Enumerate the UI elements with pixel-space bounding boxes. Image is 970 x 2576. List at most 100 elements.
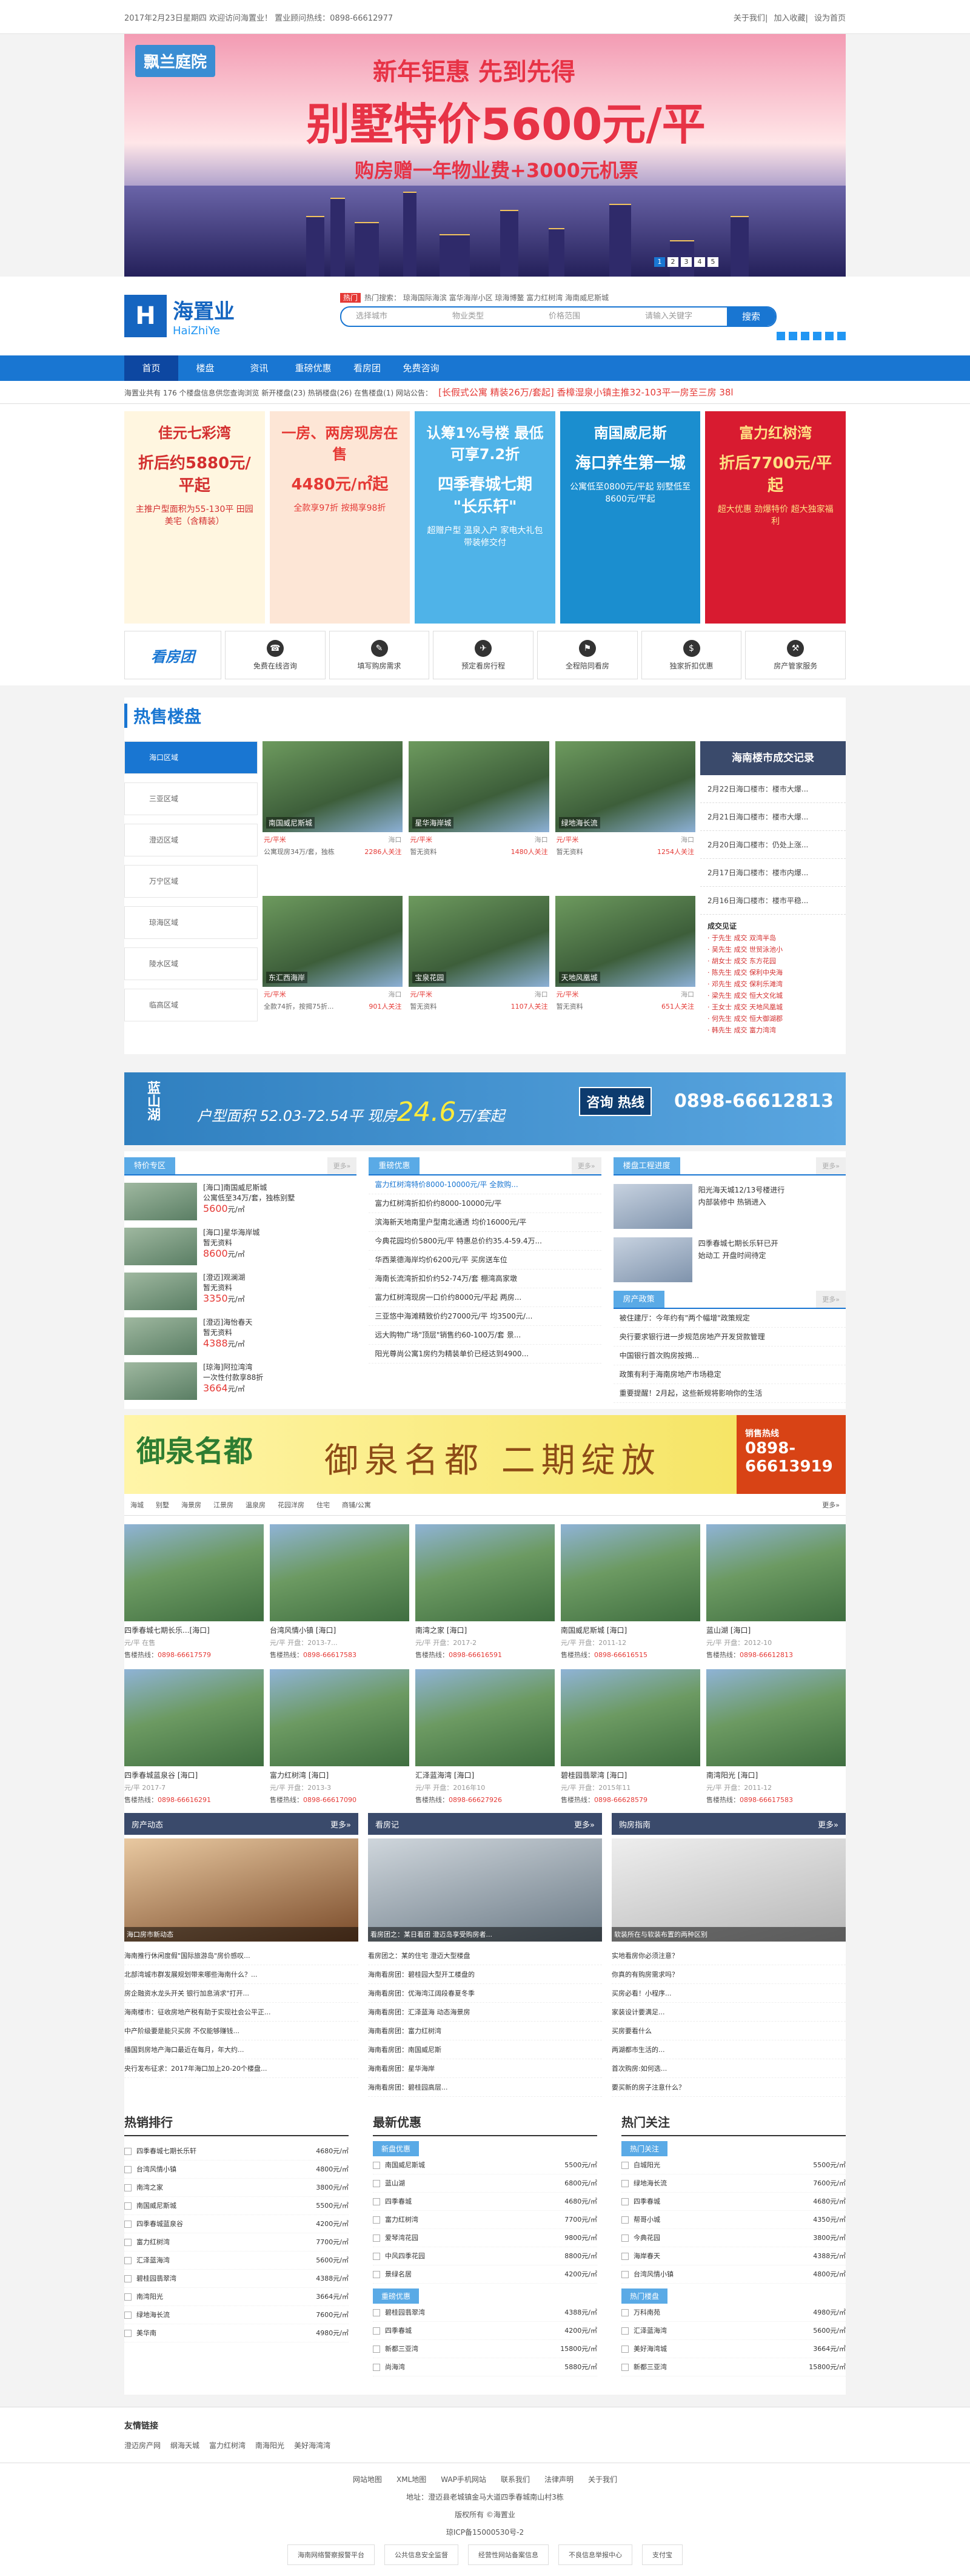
rank-name[interactable]: 帮哥小城 (621, 2211, 660, 2228)
rank-item[interactable]: 蓝山湖 6800元/㎡ (373, 2174, 597, 2193)
estate-tile[interactable]: 汇泽蓝海湾 [海口] 元/平 开盘：2016年10 售楼热线：0898-666279… (415, 1669, 555, 1804)
rank-name[interactable]: 爱琴湾花园 (373, 2229, 418, 2247)
estate-tile-name[interactable]: 蓝山湖 [海口] (706, 1625, 846, 1635)
estate-image[interactable]: 东汇西海岸 (263, 896, 403, 987)
type-select[interactable]: 物业类型 (438, 308, 534, 326)
policy-item[interactable]: 被住建厅：今年约有"两个幅增"政策规定 (613, 1309, 846, 1328)
news-item[interactable]: 要买新的房子注意什么？ (612, 2078, 846, 2097)
rank-name[interactable]: 南湾之家 (124, 2179, 163, 2196)
news-item[interactable]: 买房必看！小程序... (612, 1984, 846, 2003)
news-item[interactable]: 播国到房地产海口最近在每月，年大约... (124, 2040, 358, 2059)
rank-item[interactable]: 南湾阳光 3664元/㎡ (124, 2288, 349, 2306)
rank-name[interactable]: 美华南 (124, 2324, 156, 2342)
qq-icon[interactable] (801, 331, 809, 340)
news-item[interactable]: 家装设计要满足... (612, 2003, 846, 2022)
footer-icp[interactable]: 琼ICP备15000530号-2 (0, 2527, 970, 2537)
lanshan-ad[interactable]: 蓝山湖 户型面积 52.03-72.54平 现房24.6万/套起 咨询 热线 0… (124, 1072, 846, 1145)
verify-item[interactable]: · 胡女士 成交 东方花园 (707, 955, 838, 967)
rank-name[interactable]: 碧桂园翡翠湾 (373, 2304, 425, 2321)
progress-image[interactable] (613, 1237, 692, 1282)
service-item[interactable]: ⚑ 全程陪同看房 (537, 631, 638, 679)
estate-tile-image[interactable] (706, 1669, 846, 1766)
search-button[interactable]: 搜索 (727, 307, 775, 326)
service-item[interactable]: ✈ 预定看房行程 (433, 631, 534, 679)
rank-name[interactable]: 绿地海长流 (124, 2306, 170, 2324)
rank-item[interactable]: 美好海湾城 3664元/㎡ (621, 2340, 846, 2358)
promo-card[interactable]: 认筹1%号楼 最低可享7.2折 四季春城七期 "长乐轩" 超赠户型 温泉入户 家电大… (415, 411, 555, 624)
weibo-icon[interactable] (789, 331, 797, 340)
rank-name[interactable]: 台湾风情小镇 (621, 2265, 674, 2283)
rank-item[interactable]: 四季春城七期长乐轩 4680元/㎡ (124, 2142, 349, 2161)
rank-item[interactable]: 绿地海长流 7600元/㎡ (124, 2306, 349, 2324)
homepage-link[interactable]: 设为首页 (814, 14, 846, 23)
news-item[interactable]: 海南看房团：优海湾江阔段春夏冬季 (368, 1984, 602, 2003)
rank-item[interactable]: 四季春城蓝泉谷 4200元/㎡ (124, 2215, 349, 2233)
trend-image[interactable]: 海口房市新动态 (124, 1838, 358, 1942)
estate-tile-name[interactable]: 台湾风情小镇 [海口] (270, 1625, 409, 1635)
special-name[interactable]: [澄迈]海怡春天 (203, 1317, 252, 1328)
rank-item[interactable]: 尚海湾 5880元/㎡ (373, 2358, 597, 2376)
news-title[interactable]: 中产阶级要是能只买房 不仅能够赚钱... (124, 2022, 239, 2040)
rank-name[interactable]: 南国威尼斯城 (373, 2156, 425, 2174)
rank-name[interactable]: 南湾阳光 (124, 2288, 163, 2305)
verify-item[interactable]: · 韩先生 成交 富力湾湾 (707, 1024, 838, 1036)
friend-link[interactable]: 富力红树湾 (209, 2441, 246, 2450)
category-tab[interactable]: 住宅 (310, 1500, 336, 1510)
region-item[interactable]: 海口区域 (124, 741, 258, 774)
news-item[interactable]: 海南推行休闲度假"国际旅游岛"房价感叹... (124, 1946, 358, 1965)
estate-tile-name[interactable]: 汇泽蓝海湾 [海口] (415, 1770, 555, 1780)
news-title[interactable]: 海南看房团：碧桂园高层... (368, 2078, 448, 2096)
share-icon[interactable] (777, 331, 785, 340)
verify-item[interactable]: · 王女士 成交 天地风凰城 (707, 1001, 838, 1013)
about-link[interactable]: 关于我们 (734, 14, 765, 23)
rank-item[interactable]: 南湾之家 3800元/㎡ (124, 2179, 349, 2197)
special-image[interactable] (124, 1228, 197, 1265)
rank-item[interactable]: 富力红树湾 7700元/㎡ (373, 2211, 597, 2229)
more-link[interactable]: 更多» (571, 1157, 601, 1174)
rank-name[interactable]: 今典花园 (621, 2229, 660, 2247)
footer-badge[interactable]: 不良信息举报中心 (558, 2544, 632, 2565)
estate-tile-name[interactable]: 四季春城七期长乐...[海口] (124, 1625, 264, 1635)
estate-image[interactable]: 南国威尼斯城 (263, 741, 403, 832)
estate-tile-name[interactable]: 碧桂园翡翠湾 [海口] (561, 1770, 700, 1780)
policy-item[interactable]: 中国银行首次购房按揭... (613, 1347, 846, 1365)
estate-tile[interactable]: 南湾阳光 [海口] 元/平 开盘：2011-12 售楼热线：0898-6661758… (706, 1669, 846, 1804)
friend-link[interactable]: 南海阳光 (255, 2441, 284, 2450)
news-title[interactable]: 看房团之：某的住宅 澄迈大型楼盘 (368, 1946, 470, 1965)
estate-tile[interactable]: 南国威尼斯城 [海口] 元/平 开盘：2011-12 售楼热线：0898-66616… (561, 1524, 700, 1660)
rank-name[interactable]: 新都三亚湾 (621, 2358, 667, 2376)
estate-tile-image[interactable] (706, 1524, 846, 1621)
banner-dot[interactable]: 5 (707, 257, 718, 267)
wechat-icon[interactable] (813, 331, 821, 340)
progress-item[interactable]: 四季春城七期长乐轩已开 始动工 开盘时间待定 (613, 1237, 846, 1282)
news-item[interactable]: 海南看房团：星华海岸 (368, 2059, 602, 2078)
estate-tile-image[interactable] (124, 1669, 264, 1766)
news-title[interactable]: 海南楼市：征收房地产税有助于实现社会公平正... (124, 2003, 271, 2021)
rank-name[interactable]: 中风四季花园 (373, 2247, 425, 2265)
news-item[interactable]: 三亚悠中海滩精致价约27000元/平 均3500元/... (369, 1307, 601, 1326)
rank-name[interactable]: 四季春城 (373, 2322, 412, 2339)
more-link[interactable]: 更多» (816, 1500, 846, 1510)
rank-item[interactable]: 海岸春天 4388元/㎡ (621, 2247, 846, 2265)
verify-item[interactable]: · 于先生 成交 双湾半岛 (707, 932, 838, 944)
estate-tile[interactable]: 四季春城七期长乐...[海口] 元/平 在售 售楼热线：0898-66617579 (124, 1524, 264, 1660)
mail-icon[interactable] (837, 331, 846, 340)
banner-dot[interactable]: 2 (667, 257, 678, 267)
estate-tile-image[interactable] (415, 1669, 555, 1766)
rank-name[interactable]: 白城阳光 (621, 2156, 660, 2174)
estate-tile-image[interactable] (124, 1524, 264, 1621)
footer-badge[interactable]: 支付宝 (642, 2544, 683, 2565)
service-item[interactable]: ✎ 填写购房需求 (329, 631, 430, 679)
special-image[interactable] (124, 1362, 197, 1400)
promo-card[interactable]: 富力红树湾 折后7700元/平起 超大优惠 劲爆特价 超大独家福利 (705, 411, 846, 624)
rank-name[interactable]: 碧桂园翡翠湾 (124, 2270, 176, 2287)
news-item[interactable]: 今典花园均价5800元/平 特惠总价约35.4-59.4万... (369, 1232, 601, 1251)
rank-name[interactable]: 汇泽蓝海湾 (124, 2251, 170, 2269)
estate-card[interactable]: 天地风凰城 元/平米 海口 暂无资料 651人关注 (555, 896, 695, 1042)
more-link[interactable]: 更多» (327, 1157, 357, 1174)
rank-name[interactable]: 南国威尼斯城 (124, 2197, 176, 2214)
rank-item[interactable]: 爱琴湾花园 9800元/㎡ (373, 2229, 597, 2247)
news-title[interactable]: 要买新的房子注意什么？ (612, 2078, 685, 2096)
estate-tile-name[interactable]: 南湾阳光 [海口] (706, 1770, 846, 1780)
category-tab[interactable]: 温泉房 (239, 1500, 272, 1510)
